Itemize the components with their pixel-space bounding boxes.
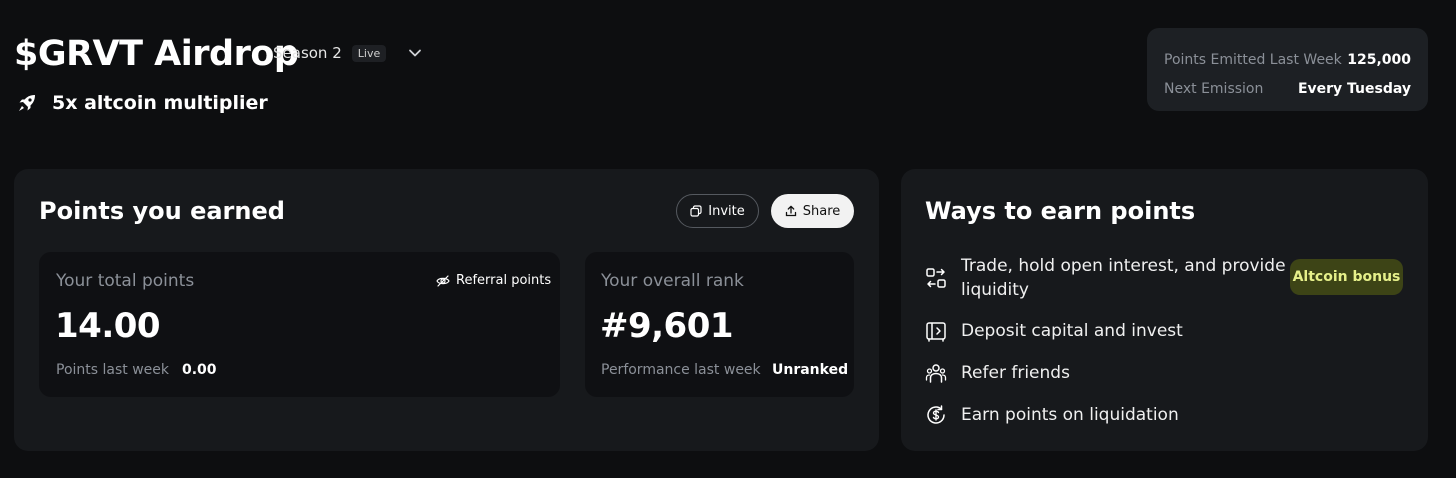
next-emission-row: Next Emission Every Tuesday (1164, 74, 1411, 103)
altcoin-bonus-badge: Altcoin bonus (1290, 259, 1403, 295)
points-last-week-value: 0.00 (182, 362, 217, 378)
points-last-week-label: Points last week (56, 362, 169, 378)
ways-item-deposit-label: Deposit capital and invest (961, 321, 1183, 341)
share-label: Share (802, 203, 841, 219)
performance-label: Performance last week (601, 362, 761, 378)
total-points-value: 14.00 (55, 306, 161, 346)
next-emission-label: Next Emission (1164, 80, 1264, 97)
swap-icon (925, 267, 947, 289)
upload-icon (785, 205, 797, 217)
share-button[interactable]: Share (771, 194, 854, 228)
points-emitted-label: Points Emitted Last Week (1164, 51, 1342, 68)
copy-icon (690, 205, 702, 217)
points-emitted-value: 125,000 (1347, 51, 1411, 68)
ways-item-trade-label-line2: liquidity (961, 280, 1029, 300)
vault-icon (925, 320, 947, 342)
ways-card-title: Ways to earn points (925, 197, 1196, 225)
multiplier-row: 5x altcoin multiplier (16, 92, 268, 114)
points-card-title: Points you earned (39, 197, 285, 225)
rank-label: Your overall rank (601, 271, 744, 291)
performance-value: Unranked (772, 362, 849, 378)
season-label: Season 2 (273, 44, 342, 62)
chevron-down-icon[interactable] (406, 44, 424, 62)
page-title: $GRVT Airdrop (14, 34, 299, 74)
ways-item-liquidation-label: Earn points on liquidation (961, 405, 1179, 425)
multiplier-label: 5x altcoin multiplier (52, 92, 268, 114)
total-points-label: Your total points (56, 271, 195, 291)
season-selector[interactable]: Season 2 Live (273, 44, 387, 62)
rocket-icon (16, 92, 38, 114)
ways-item-liquidation: Earn points on liquidation (925, 403, 1179, 427)
live-badge: Live (351, 44, 387, 62)
liquidation-icon (925, 404, 947, 426)
ways-item-deposit: Deposit capital and invest (925, 319, 1183, 343)
points-emitted-row: Points Emitted Last Week 125,000 (1164, 45, 1411, 74)
next-emission-value: Every Tuesday (1297, 80, 1411, 97)
ways-item-refer-label: Refer friends (961, 363, 1070, 383)
eye-off-icon (436, 274, 450, 288)
invite-button[interactable]: Invite (676, 194, 759, 228)
referral-points-label: Referral points (456, 273, 552, 288)
ways-item-trade-label: Trade, hold open interest, and provide (961, 256, 1286, 276)
ways-item-refer: Refer friends (925, 361, 1070, 385)
invite-label: Invite (708, 203, 745, 219)
referral-points-link[interactable]: Referral points (436, 273, 551, 288)
users-icon (925, 362, 947, 384)
emission-panel: Points Emitted Last Week 125,000 Next Em… (1147, 28, 1428, 111)
rank-value: #9,601 (600, 306, 734, 346)
ways-item-trade: Trade, hold open interest, and provide l… (925, 254, 1286, 302)
